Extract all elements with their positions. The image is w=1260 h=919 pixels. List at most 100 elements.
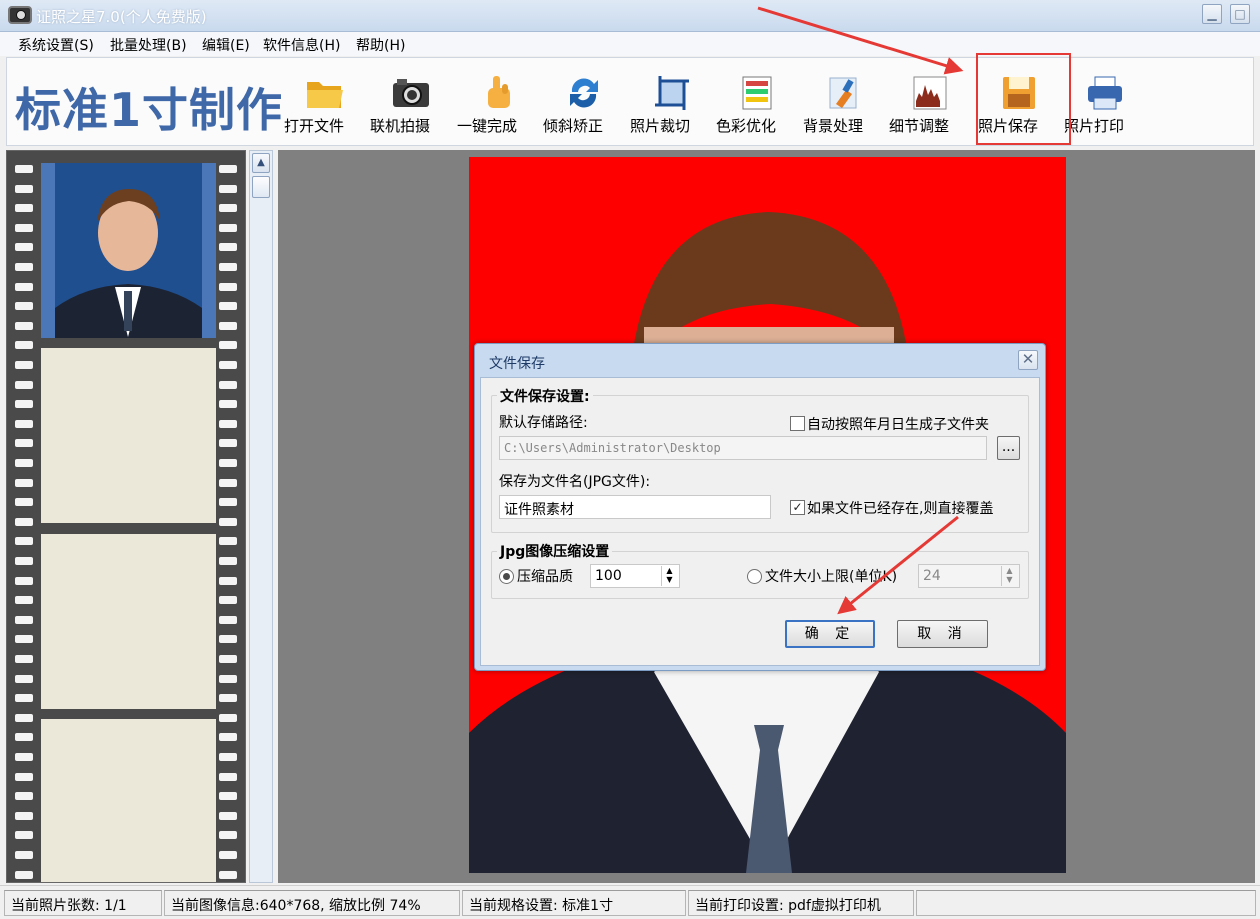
auto-subfolder-checkbox[interactable] [790,416,805,431]
scroll-thumb[interactable] [252,176,270,198]
histogram-icon [913,76,947,110]
empty-thumbnail-slot [41,348,216,523]
maximize-button[interactable]: □ [1230,4,1250,24]
filename-input[interactable]: 证件照素材 [499,495,771,519]
camera-capture-button[interactable]: 联机拍摄 [370,70,452,140]
film-sprocket-hole [219,675,237,683]
film-sprocket-hole [15,635,33,643]
scroll-up-arrow-icon[interactable]: ▲ [252,153,270,173]
filmstrip-scrollbar[interactable]: ▲ [249,150,273,883]
quality-label: 压缩品质 [517,569,573,585]
menu-batch-processing[interactable]: 批量处理(B) [110,35,187,55]
brand-title: 标准1寸制作 [15,83,284,137]
dialog-title: 文件保存 [489,356,545,372]
overwrite-checkbox[interactable]: ✓ [790,500,805,515]
overwrite-label: 如果文件已经存在,则直接覆盖 [807,501,994,517]
quality-radio[interactable] [499,569,514,584]
hand-pointer-icon [488,76,510,108]
detail-adjust-button[interactable]: 细节调整 [889,70,971,140]
menu-software-info[interactable]: 软件信息(H) [263,35,340,55]
browse-button[interactable]: ... [997,436,1020,460]
file-save-dialog: 文件保存 ✕ 文件保存设置: 默认存储路径: 自动按照年月日生成子文件夹 C:\… [474,343,1046,671]
film-sprocket-hole [15,263,33,271]
empty-thumbnail-slot [41,534,216,709]
film-sprocket-hole [219,557,237,565]
film-sprocket-hole [15,322,33,330]
film-sprocket-hole [15,694,33,702]
film-sprocket-hole [219,714,237,722]
filesize-input[interactable]: 24 ▲ ▼ [918,564,1020,588]
color-palette-icon [742,76,772,110]
status-print-setting: 当前打印设置: pdf虚拟打印机 [688,890,914,916]
menu-system-settings[interactable]: 系统设置(S) [18,35,94,55]
film-sprocket-hole [15,851,33,859]
crop-icon [655,76,689,110]
background-process-button[interactable]: 背景处理 [803,70,885,140]
film-sprocket-hole [15,341,33,349]
ok-button[interactable]: 确 定 [785,620,875,648]
tilt-correction-button[interactable]: 倾斜矫正 [543,70,625,140]
film-sprocket-hole [219,577,237,585]
camera-icon [393,79,429,107]
film-sprocket-hole [219,459,237,467]
status-empty [916,890,1256,916]
film-sprocket-hole [219,831,237,839]
photo-crop-button[interactable]: 照片裁切 [630,70,712,140]
film-sprocket-hole [15,224,33,232]
cancel-button[interactable]: 取 消 [897,620,988,648]
film-sprocket-hole [219,518,237,526]
film-sprocket-hole [219,596,237,604]
portrait-thumbnail [55,163,202,338]
menu-bar: 系统设置(S) 批量处理(B) 编辑(E) 软件信息(H) 帮助(H) [0,32,1260,56]
menu-edit[interactable]: 编辑(E) [202,35,250,55]
film-sprocket-hole [219,361,237,369]
film-sprocket-hole [15,557,33,565]
menu-help[interactable]: 帮助(H) [356,35,405,55]
printer-icon [1088,76,1122,110]
film-sprocket-hole [219,871,237,879]
film-sprocket-hole [15,479,33,487]
filesize-label: 文件大小上限(单位K) [765,569,898,585]
film-sprocket-hole [15,753,33,761]
filesize-spinner[interactable]: ▲ ▼ [1001,566,1017,586]
film-sprocket-hole [219,165,237,173]
film-sprocket-hole [15,361,33,369]
film-sprocket-hole [219,792,237,800]
film-sprocket-hole [219,733,237,741]
one-click-complete-button[interactable]: 一键完成 [457,70,539,140]
film-sprocket-hole [15,302,33,310]
path-label: 默认存储路径: [499,415,588,431]
open-file-button[interactable]: 打开文件 [284,70,366,140]
film-sprocket-hole [15,498,33,506]
folder-icon [307,82,343,108]
film-sprocket-hole [15,420,33,428]
film-sprocket-hole [219,635,237,643]
filesize-radio[interactable] [747,569,762,584]
jpg-compression-group-title: Jpg图像压缩设置 [497,541,613,561]
color-optimize-button[interactable]: 色彩优化 [716,70,798,140]
minimize-button[interactable]: ▁ [1202,4,1222,24]
quality-spinner[interactable]: ▲ ▼ [661,566,677,586]
empty-thumbnail-slot [41,719,216,882]
save-path-input[interactable]: C:\Users\Administrator\Desktop [499,436,987,460]
film-sprocket-hole [219,381,237,389]
status-photo-count: 当前照片张数: 1/1 [4,890,162,916]
film-sprocket-hole [15,871,33,879]
window-title: 证照之星7.0(个人免费版) [36,8,207,26]
status-image-info: 当前图像信息:640*768, 缩放比例 74% [164,890,460,916]
film-sprocket-hole [15,518,33,526]
dialog-close-button[interactable]: ✕ [1018,350,1038,370]
film-sprocket-hole [15,773,33,781]
save-settings-group-title: 文件保存设置: [497,386,593,406]
film-sprocket-hole [15,459,33,467]
photo-print-button[interactable]: 照片打印 [1064,70,1146,140]
film-sprocket-hole [15,439,33,447]
thumbnail-filmstrip [6,150,246,883]
film-sprocket-hole [15,655,33,663]
film-sprocket-hole [15,714,33,722]
film-sprocket-hole [219,224,237,232]
thumbnail-photo[interactable] [41,163,216,338]
film-sprocket-hole [15,675,33,683]
quality-input[interactable]: 100 ▲ ▼ [590,564,680,588]
film-sprocket-hole [219,185,237,193]
